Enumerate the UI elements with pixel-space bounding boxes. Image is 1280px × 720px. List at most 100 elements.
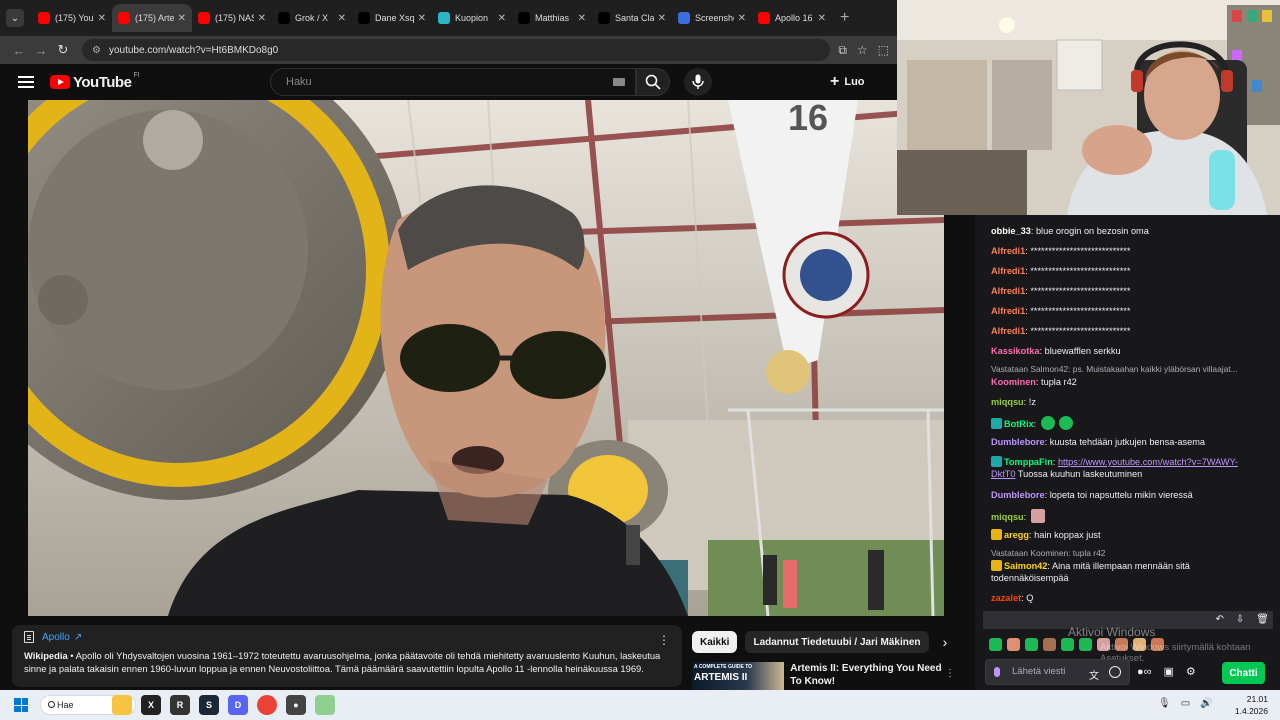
close-tab-icon[interactable]: ✕ [338, 13, 346, 24]
settings-gear-icon[interactable]: ⚙ [1186, 665, 1196, 678]
x-app-icon[interactable]: X [141, 695, 161, 715]
more-options-icon[interactable]: ⋮ [658, 633, 670, 647]
emote-icon[interactable] [1040, 416, 1055, 430]
extensions-icon[interactable]: ⬚ [878, 43, 889, 58]
taskbar-clock[interactable]: 21.01 1.4.2026 [1235, 693, 1268, 717]
emote-icon[interactable] [1061, 638, 1074, 651]
obs-icon[interactable]: ● [286, 695, 306, 715]
chat-username[interactable]: Koominen [991, 377, 1036, 387]
volume-icon[interactable]: 🔊 [1200, 698, 1212, 709]
chat-username[interactable]: Alfredi1 [991, 286, 1025, 296]
reload-icon[interactable]: ↻ [52, 42, 74, 58]
back-icon[interactable]: ← [8, 43, 30, 58]
chat-username[interactable]: Alfredi1 [991, 246, 1025, 256]
chat-username[interactable]: Kassikotka [991, 346, 1040, 356]
emote-icon[interactable] [1007, 638, 1020, 651]
close-tab-icon[interactable]: ✕ [498, 13, 506, 24]
menu-icon[interactable] [18, 76, 34, 88]
chat-username[interactable]: aregg [1004, 530, 1029, 540]
browser-tab[interactable]: (175) NASA ✕ [192, 4, 272, 32]
chrome-icon[interactable] [257, 695, 277, 715]
emote-icon[interactable] [1025, 638, 1038, 651]
pin-icon[interactable]: ⇩ [1236, 614, 1244, 625]
points-icon[interactable]: ●∞ [1137, 666, 1152, 678]
emoji-icon[interactable] [1109, 666, 1121, 678]
chip-uploader[interactable]: Ladannut Tiedetuubi / Jari Mäkinen [745, 631, 929, 653]
site-info-icon[interactable]: ⚙ [92, 45, 101, 56]
network-icon[interactable]: ▭ [1181, 698, 1190, 709]
new-tab-button[interactable]: + [840, 9, 849, 27]
wikipedia-info-card[interactable]: Apollo ↗ ⋮ Wikipedia • Apollo oli Yhdysv… [12, 625, 682, 687]
chat-send-button[interactable]: Chatti [1222, 662, 1265, 684]
chat-message-input[interactable]: Lähetä viesti 文 [985, 659, 1130, 685]
forward-icon[interactable]: → [30, 43, 52, 58]
app-icon[interactable] [315, 695, 335, 715]
translate-icon[interactable]: 文 [1089, 667, 1099, 682]
close-tab-icon[interactable]: ✕ [178, 13, 186, 24]
windows-start-icon[interactable] [14, 698, 28, 712]
emote-icon[interactable] [1043, 638, 1056, 651]
chat-reply-context[interactable]: Vastataan Salmon42: ps. Muistakaahan kai… [991, 364, 1261, 374]
close-tab-icon[interactable]: ✕ [418, 13, 426, 24]
chat-username[interactable]: Dumblebore [991, 490, 1045, 500]
close-tab-icon[interactable]: ✕ [658, 13, 666, 24]
discord-icon[interactable]: D [228, 695, 248, 715]
chevron-right-icon[interactable]: › [935, 631, 955, 653]
store-icon[interactable]: ▣ [1164, 665, 1174, 678]
steam-icon[interactable]: S [199, 695, 219, 715]
browser-tab[interactable]: Santa Clara ✕ [592, 4, 672, 32]
search-button[interactable] [636, 68, 670, 96]
chat-username[interactable]: Alfredi1 [991, 326, 1025, 336]
chat-reply-context[interactable]: Vastataan Koominen: tupla r42 [991, 548, 1261, 558]
chat-username[interactable]: Alfredi1 [991, 306, 1025, 316]
close-tab-icon[interactable]: ✕ [258, 13, 266, 24]
file-explorer-icon[interactable] [112, 695, 132, 715]
chat-username[interactable]: miqqsu [991, 397, 1024, 407]
close-tab-icon[interactable]: ✕ [738, 13, 746, 24]
chat-username[interactable]: Dumblebore [991, 437, 1045, 447]
microphone-tray-icon[interactable]: 🎙 [1158, 698, 1171, 709]
browser-tab[interactable]: Screenshot ✕ [672, 4, 752, 32]
related-video[interactable]: A COMPLETE GUIDE TO ARTEMIS II Artemis I… [692, 662, 954, 690]
chip-all[interactable]: Kaikki [692, 631, 738, 653]
youtube-logo[interactable]: YouTube FI [50, 72, 140, 91]
browser-tab[interactable]: Matthias ✕ [512, 4, 592, 32]
search-input[interactable]: Haku [270, 68, 636, 96]
emote-icon[interactable] [1030, 509, 1045, 523]
video-player[interactable]: 16 [28, 100, 944, 616]
browser-tab[interactable]: (175) Artemis ✕ [112, 4, 192, 32]
close-tab-icon[interactable]: ✕ [578, 13, 586, 24]
chat-username[interactable]: BotRix [1004, 419, 1034, 429]
microphone-icon[interactable] [994, 667, 1000, 677]
url-field[interactable]: ⚙ youtube.com/watch?v=Ht6BMKDo8g0 [82, 39, 831, 61]
chat-username[interactable]: zazalet [991, 593, 1021, 603]
related-video-thumbnail[interactable]: A COMPLETE GUIDE TO ARTEMIS II [692, 662, 785, 690]
emote-icon[interactable] [989, 638, 1002, 651]
keyboard-icon[interactable] [613, 78, 625, 86]
related-video-title[interactable]: Artemis II: Everything You Need To Know! [790, 662, 954, 690]
chat-username[interactable]: miqqsu [991, 512, 1024, 522]
related-more-icon[interactable]: ⋮ [945, 668, 955, 679]
bookmark-star-icon[interactable]: ☆ [857, 43, 868, 58]
voice-search-button[interactable] [684, 68, 712, 96]
create-button[interactable]: + Luo [830, 68, 865, 96]
wiki-source-link[interactable]: Apollo [42, 632, 70, 643]
install-app-icon[interactable]: ⧉ [838, 43, 847, 58]
chat-username[interactable]: obbie_33 [991, 226, 1031, 236]
tab-search-icon[interactable]: ⌄ [6, 9, 24, 27]
reply-icon[interactable]: ↶ [1216, 614, 1224, 625]
browser-tab[interactable]: Dane Xsquad ✕ [352, 4, 432, 32]
browser-tab[interactable]: Grok / X ✕ [272, 4, 352, 32]
browser-tab[interactable]: (175) YouTube ✕ [32, 4, 112, 32]
browser-tab[interactable]: Kuopion ✕ [432, 4, 512, 32]
close-tab-icon[interactable]: ✕ [818, 13, 826, 24]
chat-username[interactable]: Saimon42 [1004, 561, 1047, 571]
rider-app-icon[interactable]: R [170, 695, 190, 715]
chat-username[interactable]: TomppaFin [1004, 457, 1053, 467]
chat-username[interactable]: Alfredi1 [991, 266, 1025, 276]
emote-icon[interactable] [1079, 638, 1092, 651]
browser-tab[interactable]: Apollo 16 ✕ [752, 4, 832, 32]
close-tab-icon[interactable]: ✕ [98, 13, 106, 24]
emote-icon[interactable] [1058, 416, 1073, 430]
delete-icon[interactable]: 🗑 [1256, 614, 1269, 625]
